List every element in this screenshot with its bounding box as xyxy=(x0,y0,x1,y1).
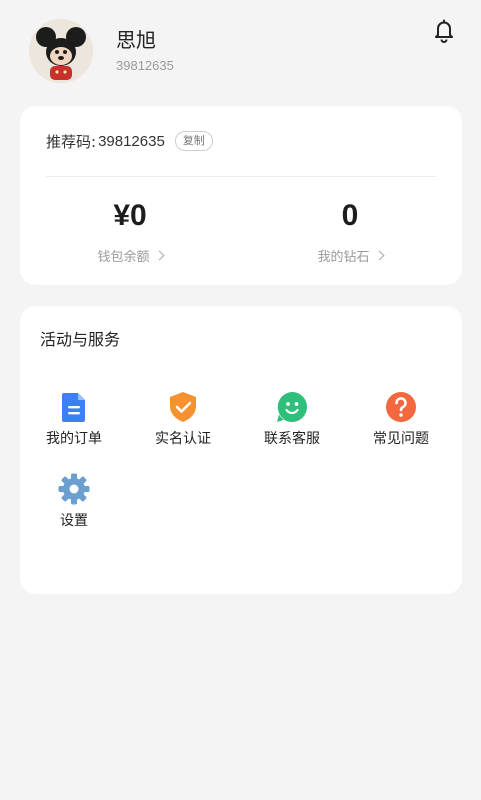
service-real-name-verification[interactable]: 实名认证 xyxy=(133,390,233,448)
wallet-balance[interactable]: ¥0 钱包余额 xyxy=(30,198,230,265)
wallet-balance-label: 钱包余额 xyxy=(97,250,150,265)
service-faq[interactable]: 常见问题 xyxy=(351,390,451,448)
notification-bell-icon[interactable] xyxy=(430,16,458,44)
user-id: 39812635 xyxy=(116,58,174,73)
service-settings[interactable]: 设置 xyxy=(24,472,124,530)
service-label: 设置 xyxy=(60,513,88,529)
referral-label: 推荐码: xyxy=(46,132,97,151)
service-label: 实名认证 xyxy=(155,431,211,447)
service-my-orders[interactable]: 我的订单 xyxy=(24,390,124,448)
profile-header: 思旭 39812635 xyxy=(0,0,481,100)
smiley-icon xyxy=(277,392,307,422)
service-label: 常见问题 xyxy=(373,431,429,447)
services-title: 活动与服务 xyxy=(40,330,121,349)
account-card: 推荐码: 39812635 复制 ¥0 钱包余额 0 我的钻石 xyxy=(20,106,462,285)
divider xyxy=(46,176,436,177)
document-icon xyxy=(62,393,85,422)
question-icon xyxy=(386,392,416,422)
wallet-balance-link[interactable]: 钱包余额 xyxy=(97,246,164,265)
chevron-right-icon xyxy=(374,250,384,261)
referral-row: 推荐码: 39812635 复制 xyxy=(46,130,213,152)
chevron-right-icon xyxy=(154,250,164,261)
gear-icon xyxy=(58,473,90,505)
shield-check-icon xyxy=(170,392,196,422)
service-customer-support[interactable]: 联系客服 xyxy=(242,390,342,448)
username: 思旭 xyxy=(116,28,156,52)
service-label: 联系客服 xyxy=(264,431,320,447)
my-diamonds[interactable]: 0 我的钻石 xyxy=(250,198,450,265)
wallet-balance-value: ¥0 xyxy=(113,199,147,232)
services-card: 活动与服务 我的订单 实名认证 联系客服 常见问题 设置 xyxy=(20,306,462,594)
avatar-image xyxy=(29,19,93,83)
referral-code: 39812635 xyxy=(98,132,165,150)
copy-button[interactable]: 复制 xyxy=(174,131,213,151)
diamonds-label: 我的钻石 xyxy=(317,250,370,265)
service-label: 我的订单 xyxy=(46,431,102,447)
diamonds-value: 0 xyxy=(341,199,359,232)
diamonds-link[interactable]: 我的钻石 xyxy=(317,246,384,265)
avatar[interactable] xyxy=(29,19,93,83)
